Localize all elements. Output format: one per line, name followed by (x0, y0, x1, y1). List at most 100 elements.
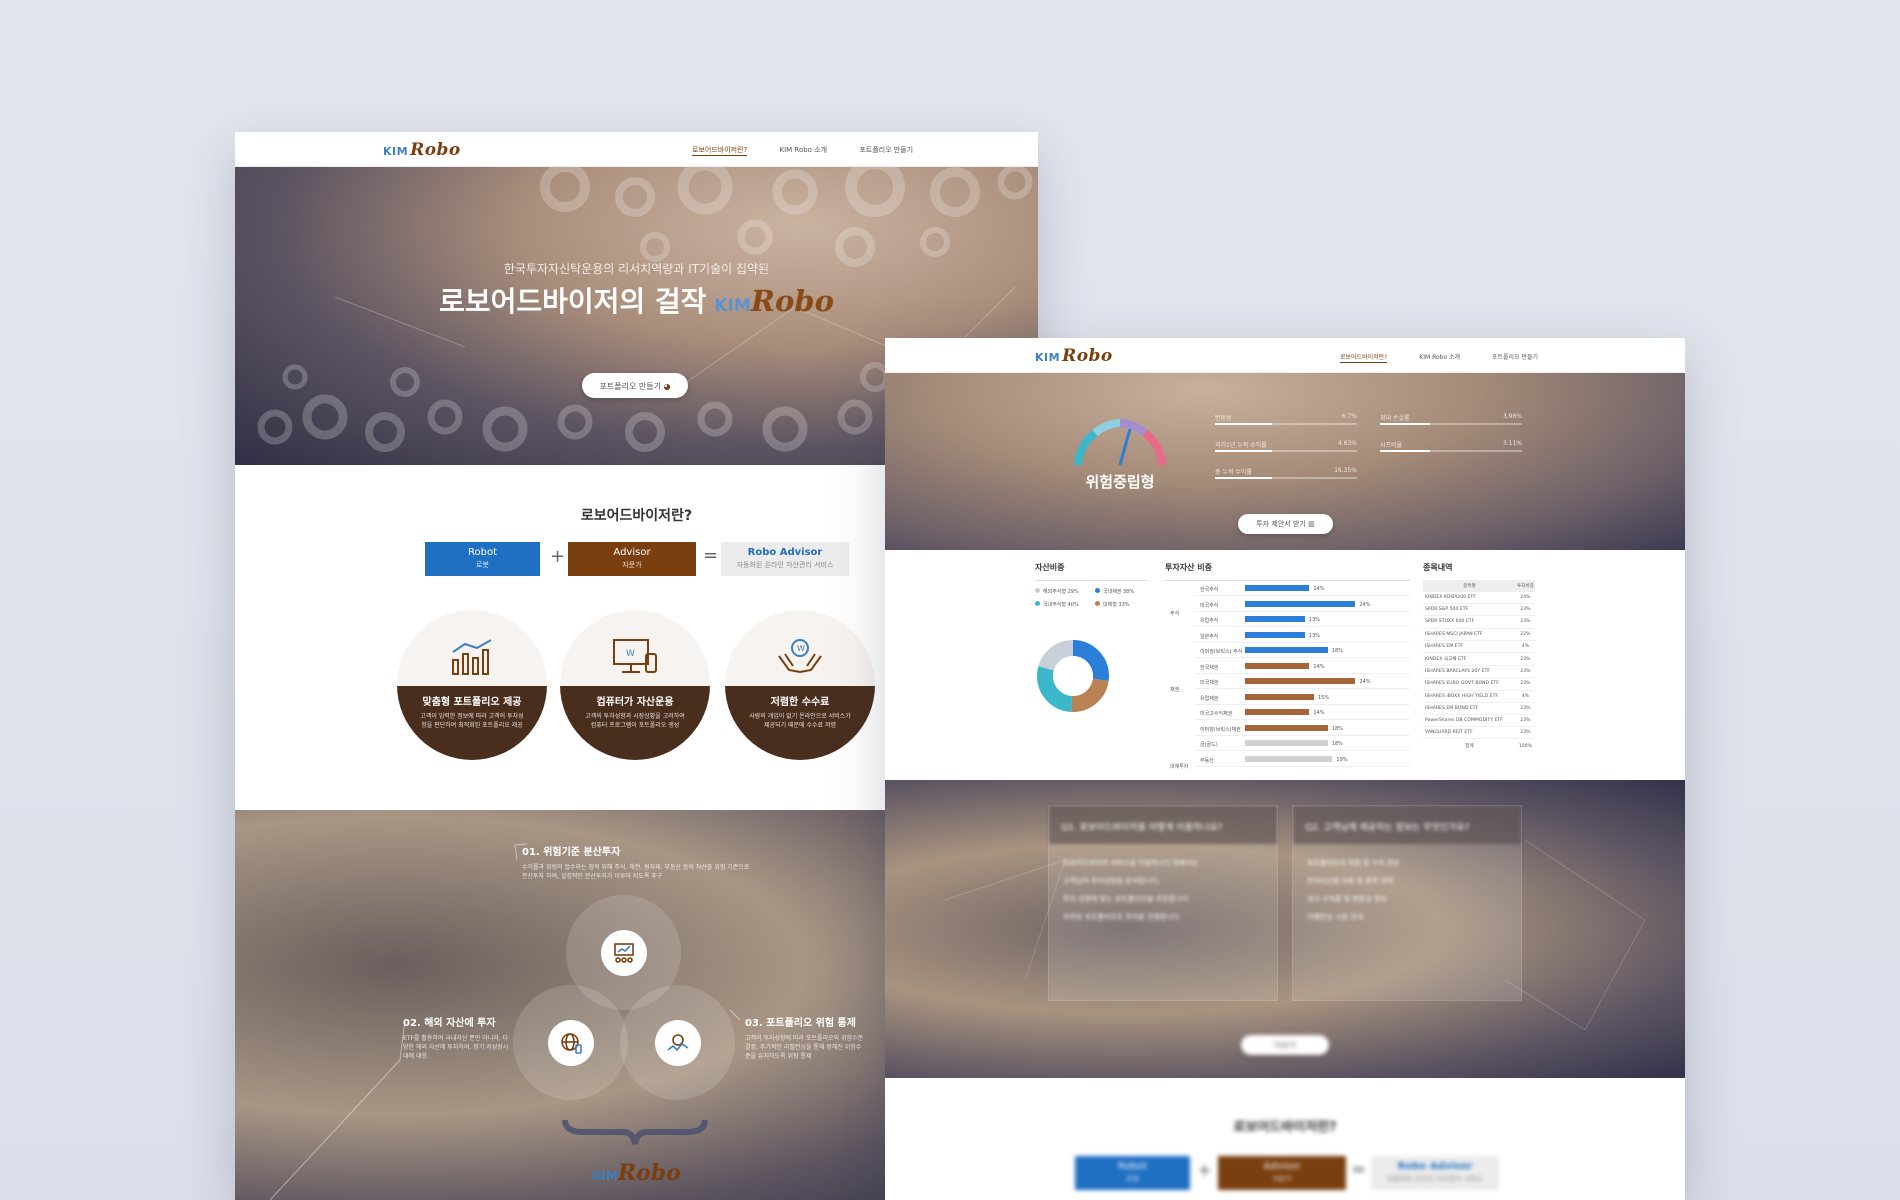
nav-item-intro[interactable]: KIM Robo 소개 (1419, 354, 1460, 361)
brand-logo[interactable]: KIM Robo (1035, 346, 1113, 366)
nav-item-about[interactable]: 로보어드바이저란? (1340, 354, 1388, 363)
weight-bar (1245, 600, 1356, 607)
pie-icon: ◕ (663, 382, 671, 391)
weight-value: 13% (1308, 632, 1320, 639)
metric-value: 4.63% (1337, 440, 1357, 447)
feature-card-portfolio: 맞춤형 포트폴리오 제공 고객이 입력한 정보에 따라 고객의 투자성향을 판단하… (397, 610, 547, 760)
weight-value: 18% (1331, 648, 1343, 654)
qa-section: Q1. 로보어드바이저를 어떻게 이용하나요? 로보어드바이저 서비스를 이용하… (885, 780, 1685, 1078)
nav-item-about[interactable]: 로보어드바이저란? (692, 146, 748, 156)
presentation-icon (614, 943, 634, 963)
weight-value: 14% (1313, 663, 1325, 670)
nav-item-portfolio[interactable]: 포트폴리오 만들기 (859, 146, 913, 154)
weight-bar (1245, 585, 1310, 591)
weight-name: 이머징(브릭스) 주식 (1200, 649, 1243, 655)
make-portfolio-button[interactable]: 포트폴리오 만들기 ◕ (582, 373, 688, 398)
bottom-title: 로보어드바이저란? (1233, 1120, 1337, 1135)
qa-card-2[interactable]: Q2. 고객님께 제공하는 정보는 무엇인가요? 포트폴리오의 위험 및 수익 … (1292, 805, 1522, 1001)
computer-icon: W (613, 639, 657, 673)
hands-coin-icon: W (778, 639, 822, 674)
table-row: ISHARES EURO GOVT BOND ETF 23% (1423, 678, 1535, 690)
portfolio-result-window: KIM Robo 로보어드바이저란? KIM Robo 소개 포트폴리오 만들기 … (885, 338, 1685, 1200)
alloc-title: 자산비중 (1035, 563, 1065, 572)
weight-bar (1245, 631, 1305, 638)
table-row: SPDR S&P 500 ETF 23% (1423, 604, 1535, 616)
plus-icon: + (550, 546, 566, 567)
result-hero: 위험중립형 변동성 6.7% 최대 손실률 3.96% 과거1년 누적 수익률 4.63%… (885, 373, 1685, 550)
weight-value: 14% (1313, 586, 1325, 592)
qa-line: 추천된 포트폴리오로 투자를 진행합니다. (1063, 913, 1182, 921)
qa-card-title: Q1. 로보어드바이저를 어떻게 이용하나요? (1049, 806, 1277, 844)
db-chart-icon (667, 1034, 689, 1052)
weight-bar (1245, 724, 1328, 731)
equals-icon: = (1351, 1159, 1367, 1180)
top-nav: KIM Robo 로보어드바이저란? KIM Robo 소개 포트폴리오 만들기 (885, 338, 1685, 373)
weight-value: 18% (1331, 741, 1343, 747)
metric-bar (1380, 423, 1522, 425)
weight-name: 유럽주식 (1200, 618, 1219, 624)
metric-value: 3.96% (1502, 413, 1522, 420)
weight-bar (1245, 616, 1305, 622)
nav-item-portfolio[interactable]: 포트폴리오 만들기 (1492, 354, 1538, 361)
network-pattern (944, 839, 1646, 1031)
globe-icon (561, 1033, 582, 1054)
svg-text:W: W (797, 644, 805, 653)
metric-label: 샤프비율 (1380, 442, 1403, 449)
weights-title: 투자자산 비중 (1165, 563, 1212, 572)
bubble-global (513, 985, 628, 1100)
nav-item-intro[interactable]: KIM Robo 소개 (779, 146, 827, 154)
metric-label: 최대 손실률 (1380, 415, 1410, 422)
feature-title: 컴퓨터가 자산운용 (596, 697, 674, 708)
metric-label: 총 누적 수익률 (1215, 469, 1252, 476)
qa-line: 로보어드바이저 서비스를 이용하시기 위해서는 (1063, 859, 1199, 867)
weight-group: 대체투자 (1170, 764, 1189, 770)
robo-advisor-box: Robo Advisor 자동화된 온라인 자산관리 서비스 (721, 542, 849, 576)
weight-name: 이머징(브릭스)채권 (1200, 726, 1241, 733)
proposal-button[interactable]: 투자 제안서 받기 ▥ (1238, 514, 1333, 534)
plus-icon: + (1197, 1160, 1213, 1181)
weight-group: 주식 (1170, 611, 1180, 617)
table-row: KINDEX KOSPI200 ETF 24% (1423, 592, 1535, 604)
portfolio-detail: 자산비중 해외주식형 29% 국내채권 38% 국내주식형 40% 대체형 33% 투… (885, 550, 1685, 780)
qa-line: 투자 성향에 맞는 포트폴리오를 추천합니다. (1063, 895, 1191, 903)
metric-bar (1380, 450, 1522, 452)
legend-item: 국내채권 38% (1095, 588, 1134, 595)
table-row: ISHARES MSCI JAPAN ETF 22% (1423, 628, 1535, 641)
feature-desc: 사람의 개입이 없기 온라인으로 서비스가 제공되기 때문에 수수료 저렴 (749, 713, 851, 729)
metric-value: 6.7% (1341, 413, 1357, 420)
main-menu: 로보어드바이저란? KIM Robo 소개 포트폴리오 만들기 (692, 145, 943, 156)
bar-chart-icon (452, 639, 492, 675)
weight-group: 채권 (1170, 686, 1180, 693)
weight-bar (1245, 755, 1333, 762)
risk-type-label: 위험중립형 (1085, 473, 1155, 491)
weight-value: 14% (1313, 710, 1325, 716)
qa-line: 과거 수익률 및 변동성 정보 (1307, 895, 1387, 903)
weight-bar (1245, 647, 1328, 653)
weight-value: 24% (1359, 679, 1371, 685)
weight-name: 금(골드) (1200, 742, 1218, 748)
weight-bar (1245, 740, 1328, 746)
table-total-row: 합계 100% (1465, 743, 1532, 750)
advisor-box: Advisor 자문가 (568, 542, 696, 576)
robot-box: Robot 로봇 (425, 542, 540, 576)
legend-item: 해외주식형 29% (1035, 588, 1079, 595)
weight-bar (1245, 693, 1314, 700)
risk-gauge (1074, 419, 1166, 466)
qa-line: 포트폴리오의 위험 및 수익 정보 (1307, 859, 1400, 867)
more-button[interactable]: 더보기 (1241, 1035, 1329, 1055)
feature-card-fee: W 저렴한 수수료 사람의 개입이 없기 온라인으로 서비스가 제공되기 때문에 … (725, 610, 875, 760)
table-row: ISHARES EM BOND ETF 23% (1423, 702, 1535, 715)
qa-card-1[interactable]: Q1. 로보어드바이저를 어떻게 이용하나요? 로보어드바이저 서비스를 이용하… (1048, 805, 1278, 1001)
metric-value: 16.35% (1334, 467, 1357, 474)
hero-title: 로보어드바이저의 걸작 KIMRobo (439, 284, 834, 318)
brand-logo[interactable]: KIM Robo (383, 140, 461, 160)
weight-name: 한국채권 (1200, 664, 1219, 671)
table-header: 종목명 투자비중 (1423, 580, 1535, 592)
metric-label: 변동성 (1215, 415, 1232, 422)
weight-bar (1245, 678, 1356, 684)
top-nav: KIM Robo 로보어드바이저란? KIM Robo 소개 포트폴리오 만들기 (235, 132, 1038, 167)
robot-box: Robot 로봇 (1075, 1156, 1190, 1190)
table-row: SPDR STOXX 600 ETF 23% (1423, 616, 1535, 629)
feature-card-computer: W 컴퓨터가 자산운용 고객의 투자성향과 시장상황을 고려하여 컴퓨터 프로그램… (560, 610, 710, 760)
weight-value: 24% (1359, 601, 1371, 608)
